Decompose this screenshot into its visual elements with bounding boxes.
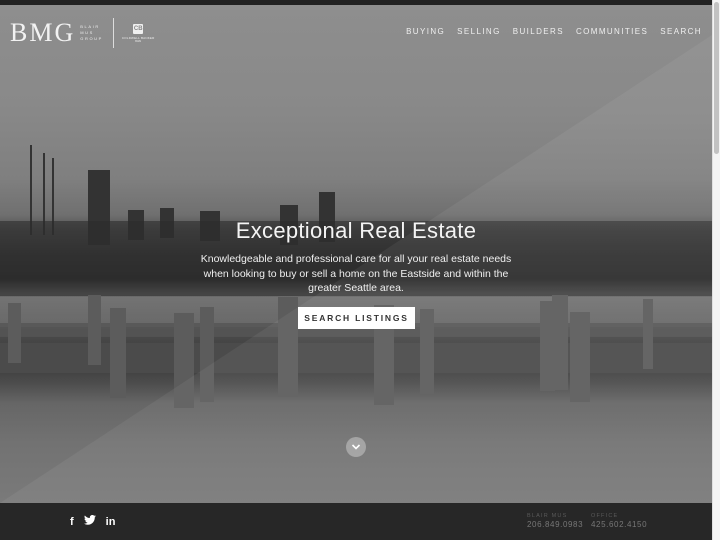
contact-blair: BLAIR MUS 206.849.0983 — [527, 513, 583, 529]
logo-subtitle: BLAIR MUS GROUP — [80, 24, 103, 42]
nav-communities[interactable]: COMMUNITIES — [576, 27, 648, 36]
logo-subtitle-line: GROUP — [80, 36, 103, 41]
hero-subtitle: Knowledgeable and professional care for … — [200, 253, 512, 294]
logo-divider — [112, 18, 114, 48]
footer: f in BLAIR MUS 206.849.0983 OFFICE 425.6… — [0, 503, 712, 540]
partner-logo: CB COLDWELL BANKER BAIN — [122, 23, 155, 43]
search-listings-button[interactable]: SEARCH LISTINGS — [298, 307, 415, 329]
nav-builders[interactable]: BUILDERS — [513, 27, 564, 36]
scrollbar-thumb[interactable] — [714, 2, 719, 154]
contact-office: OFFICE 425.602.4150 — [591, 513, 647, 529]
contact-phone[interactable]: 206.849.0983 — [527, 520, 583, 529]
main-nav: BUYING SELLING BUILDERS COMMUNITIES SEAR… — [406, 27, 702, 36]
nav-search[interactable]: SEARCH — [660, 27, 702, 36]
chevron-down-icon — [351, 444, 361, 450]
site-logo[interactable]: BMG BLAIR MUS GROUP CB COLDWELL BANKER B… — [10, 18, 155, 48]
nav-buying[interactable]: BUYING — [406, 27, 445, 36]
nav-selling[interactable]: SELLING — [457, 27, 501, 36]
scroll-down-button[interactable] — [346, 437, 366, 457]
coldwell-banker-icon: CB — [133, 23, 144, 34]
contact-label: OFFICE — [591, 513, 619, 519]
twitter-icon[interactable] — [83, 514, 96, 528]
contact-phone[interactable]: 425.602.4150 — [591, 520, 647, 529]
contact-label: BLAIR MUS — [527, 513, 568, 519]
hero-section: BMG BLAIR MUS GROUP CB COLDWELL BANKER B… — [0, 5, 712, 503]
linkedin-icon[interactable]: in — [106, 516, 116, 528]
partner-subname: BAIN — [135, 39, 142, 43]
logo-mark: BMG — [10, 18, 76, 47]
facebook-icon[interactable]: f — [70, 516, 74, 528]
hero-title: Exceptional Real Estate — [235, 218, 477, 243]
page-scrollbar[interactable] — [712, 0, 720, 540]
social-links: f in — [70, 514, 116, 528]
